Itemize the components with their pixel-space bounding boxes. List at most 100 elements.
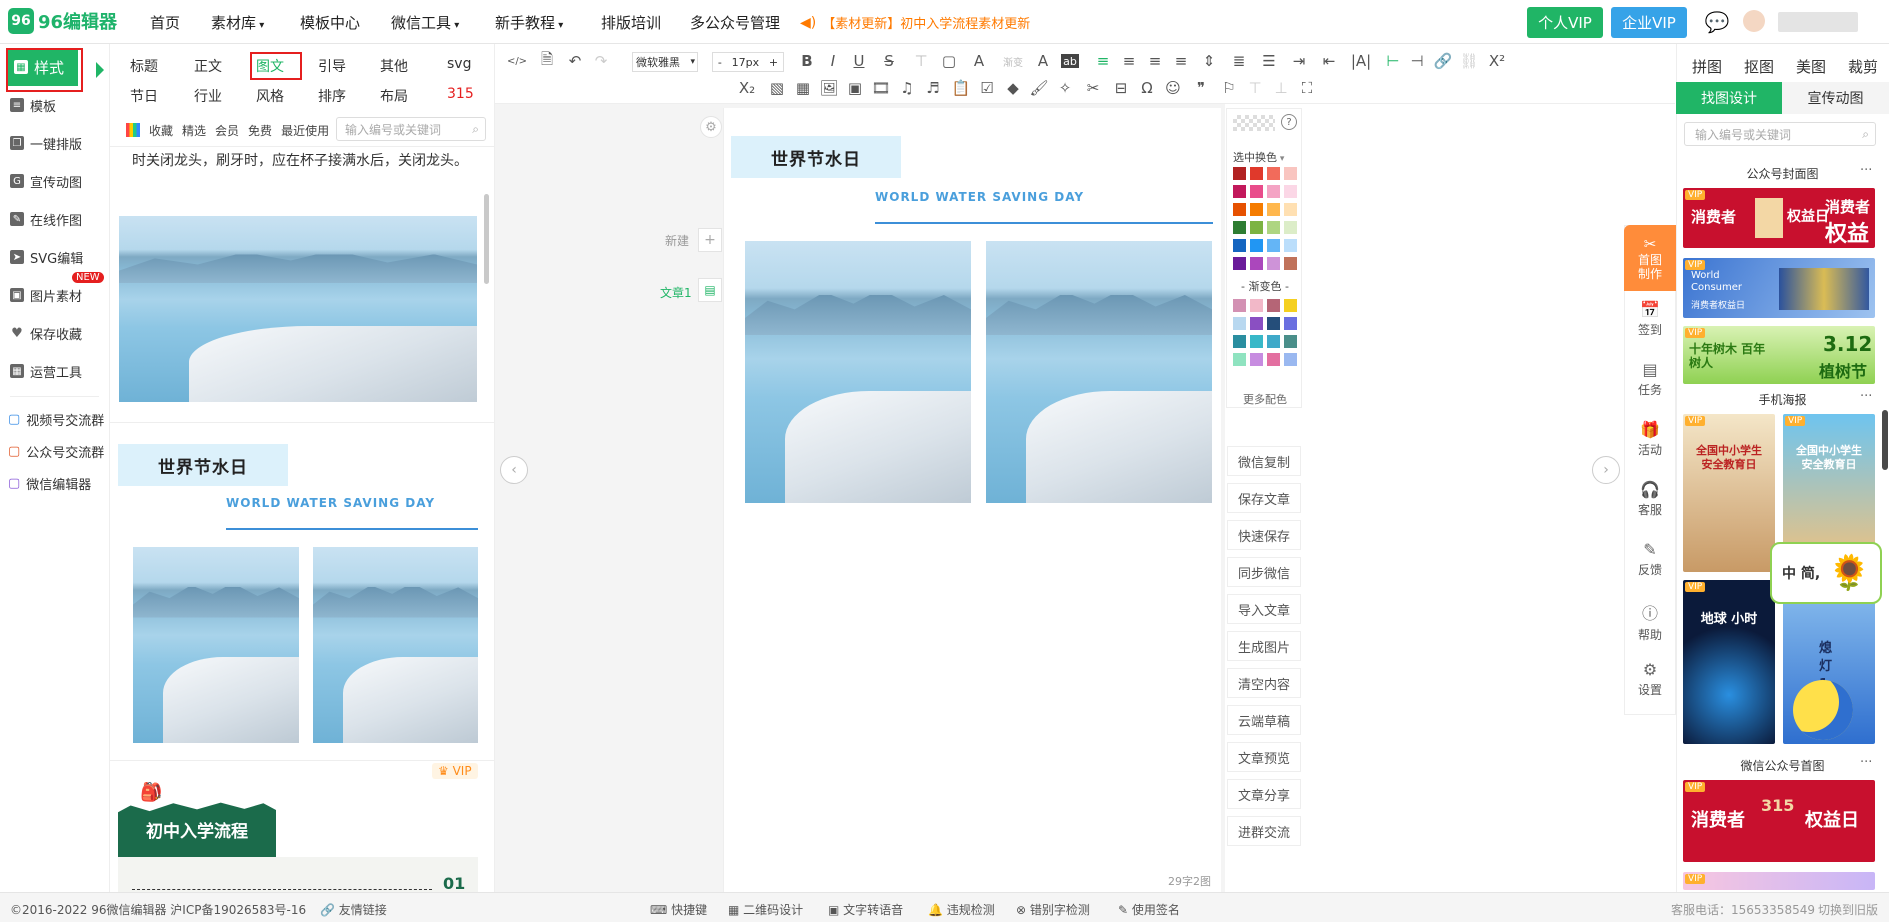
- tab-crop[interactable]: 裁剪: [1848, 56, 1878, 77]
- sidebar-item-online-design[interactable]: ✎ 在线作图: [0, 200, 109, 238]
- tab-cutout[interactable]: 抠图: [1744, 56, 1774, 77]
- lake-image-right[interactable]: [313, 547, 478, 743]
- bold-icon[interactable]: B: [797, 51, 817, 71]
- color-swatch[interactable]: [1250, 317, 1263, 330]
- sidebar-item-ops-tools[interactable]: ▦ 运营工具: [0, 352, 109, 390]
- align-right-icon[interactable]: ≡: [1145, 51, 1165, 71]
- voice-icon[interactable]: ♬: [923, 78, 943, 98]
- color-swatch[interactable]: [1233, 353, 1246, 366]
- link-icon[interactable]: 🔗: [1433, 51, 1453, 71]
- right-search-input[interactable]: 输入编号或关键词 ⌕: [1684, 122, 1876, 146]
- card-partial[interactable]: VIP: [1683, 872, 1875, 890]
- color-swatch[interactable]: [1284, 353, 1297, 366]
- qrcode-tool[interactable]: ▦ 二维码设计: [728, 901, 803, 918]
- clear-content-button[interactable]: 清空内容: [1227, 668, 1301, 698]
- color-swatch[interactable]: [1284, 317, 1297, 330]
- color-swatch[interactable]: [1233, 257, 1246, 270]
- category-industry[interactable]: 行业: [194, 86, 222, 106]
- fullscreen-icon[interactable]: ⛶: [1297, 78, 1317, 98]
- color-swatch[interactable]: [1250, 185, 1263, 198]
- color-swatch[interactable]: [1250, 335, 1263, 348]
- increase-icon[interactable]: +: [769, 56, 778, 69]
- gear-icon[interactable]: ⚙: [700, 116, 722, 138]
- sidebar-item-svg-edit[interactable]: ➤ SVG编辑: [0, 238, 109, 276]
- special-char-icon[interactable]: Ω: [1137, 78, 1157, 98]
- color-swatch[interactable]: [1233, 203, 1246, 216]
- tab-beautify[interactable]: 美图: [1796, 56, 1826, 77]
- image-icon[interactable]: 🖼: [819, 78, 839, 98]
- color-swatch[interactable]: [1233, 185, 1246, 198]
- align-bottom-icon[interactable]: ⊥: [1271, 78, 1291, 98]
- color-swatch[interactable]: [1250, 203, 1263, 216]
- paste-icon[interactable]: 📋: [951, 78, 971, 98]
- signature-tool[interactable]: ✎ 使用签名: [1118, 901, 1180, 918]
- lake-image-left[interactable]: [133, 547, 299, 743]
- message-icon[interactable]: 💬: [1704, 9, 1730, 35]
- card-tree-day[interactable]: VIP 十年树木 百年树人 3.12 植树节: [1683, 326, 1875, 384]
- unlink-icon[interactable]: ⛓: [1459, 51, 1479, 71]
- strikethrough-icon[interactable]: S: [879, 51, 899, 71]
- canvas-image-left[interactable]: [745, 241, 971, 503]
- help-icon[interactable]: ?: [1281, 114, 1297, 130]
- more-icon[interactable]: ···: [1860, 389, 1872, 404]
- logo[interactable]: 96 96编辑器: [8, 8, 117, 34]
- category-title[interactable]: 标题: [130, 56, 158, 76]
- editor-canvas[interactable]: 世界节水日 WORLD WATER SAVING DAY: [723, 108, 1221, 892]
- poster-safety-1[interactable]: VIP 全国中小学生安全教育日: [1683, 414, 1775, 572]
- sidebar-item-favorites[interactable]: ♥ 保存收藏: [0, 314, 109, 352]
- emoji-icon[interactable]: ☺: [1163, 78, 1183, 98]
- outdent-icon[interactable]: ⇤: [1319, 51, 1339, 71]
- floating-mascot[interactable]: 中 简, 🌻: [1770, 542, 1882, 604]
- color-swatch[interactable]: [1233, 317, 1246, 330]
- card-world-consumer[interactable]: VIP World Consumer 消费者权益日: [1683, 258, 1875, 318]
- filter-favorites[interactable]: 收藏: [149, 122, 173, 139]
- category-festival[interactable]: 节日: [130, 86, 158, 106]
- color-swatch[interactable]: [1233, 167, 1246, 180]
- poster-lights-off[interactable]: 熄灯 1 小时: [1783, 580, 1875, 744]
- check-copy-icon[interactable]: ☑: [977, 78, 997, 98]
- lake-image[interactable]: [119, 216, 477, 402]
- indent-both-icon[interactable]: ⊣: [1407, 51, 1427, 71]
- save-doc-icon[interactable]: 🗎: [537, 50, 557, 71]
- italic-icon[interactable]: I: [823, 51, 843, 71]
- align-top-icon[interactable]: ⊤: [1245, 78, 1265, 98]
- music-icon[interactable]: ♫: [897, 78, 917, 98]
- color-swatch[interactable]: [1250, 299, 1263, 312]
- color-swatch[interactable]: [1284, 299, 1297, 312]
- nav-multi-account[interactable]: 多公众号管理: [690, 12, 780, 33]
- cloud-draft-button[interactable]: 云端草稿: [1227, 705, 1301, 735]
- align-left-icon[interactable]: ≡: [1093, 51, 1113, 71]
- format-brush-icon[interactable]: 🖌: [1029, 78, 1049, 98]
- import-article-button[interactable]: 导入文章: [1227, 594, 1301, 624]
- save-article-button[interactable]: 保存文章: [1227, 483, 1301, 513]
- letter-spacing-icon[interactable]: |A|: [1351, 51, 1371, 71]
- decrease-icon[interactable]: -: [718, 56, 722, 69]
- comment-icon[interactable]: ⚐: [1219, 78, 1239, 98]
- typo-check-tool[interactable]: ⊗ 错别字检测: [1016, 901, 1090, 918]
- color-swatch[interactable]: [1267, 239, 1280, 252]
- font-size-icon[interactable]: A: [969, 51, 989, 71]
- scrollbar[interactable]: [484, 194, 489, 284]
- background-color-icon[interactable]: ab: [1061, 54, 1079, 68]
- image-alt-icon[interactable]: ▣: [845, 78, 865, 98]
- superscript-icon[interactable]: X²: [1487, 51, 1507, 71]
- category-315[interactable]: 315: [447, 86, 474, 102]
- category-body[interactable]: 正文: [194, 56, 222, 76]
- nav-home[interactable]: 首页: [150, 12, 180, 33]
- align-justify-icon[interactable]: ≡: [1171, 51, 1191, 71]
- category-style[interactable]: 风格: [256, 86, 284, 106]
- chevron-left-icon[interactable]: ‹: [500, 456, 528, 484]
- poster-earth-hour[interactable]: VIP 地球 小时: [1683, 580, 1775, 744]
- username-blurred[interactable]: [1778, 12, 1858, 32]
- violation-check-tool[interactable]: 🔔 违规检测: [928, 901, 995, 918]
- color-swatch[interactable]: [1233, 335, 1246, 348]
- color-swatch[interactable]: [1267, 185, 1280, 198]
- avatar[interactable]: [1743, 10, 1765, 32]
- color-swatch[interactable]: [1267, 203, 1280, 216]
- switch-old-version[interactable]: 切换到旧版: [1818, 901, 1878, 918]
- quote-icon[interactable]: ❞: [1191, 78, 1211, 98]
- friend-links[interactable]: 🔗 友情链接: [320, 901, 387, 918]
- text-box-icon[interactable]: ▢: [939, 51, 959, 71]
- filter-recent[interactable]: 最近使用: [281, 122, 329, 139]
- filter-featured[interactable]: 精选: [182, 122, 206, 139]
